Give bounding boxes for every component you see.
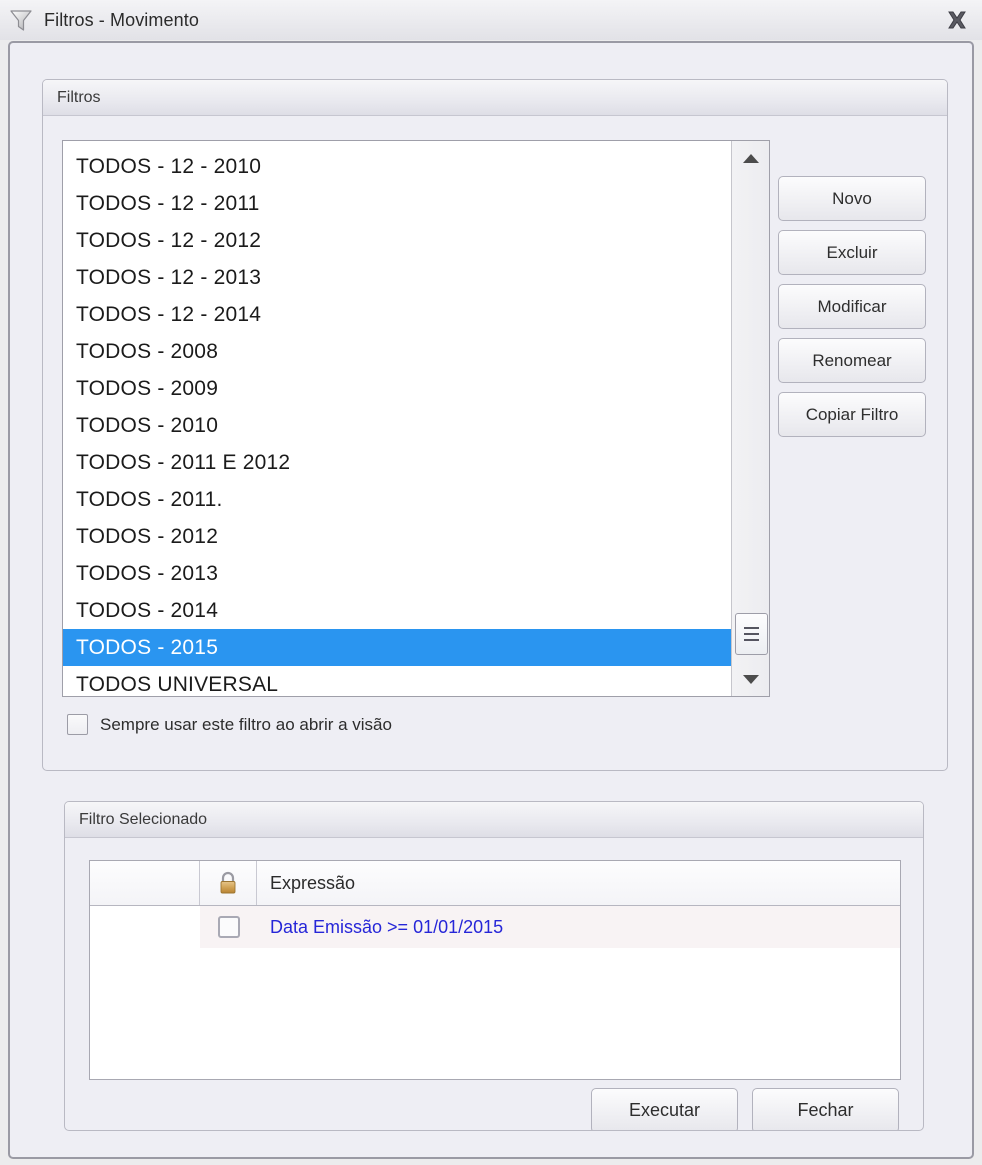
expression-text: Data Emissão >= 01/01/2015 [270, 916, 504, 937]
list-item[interactable]: TODOS - 2014 [63, 592, 731, 629]
expression-table: Expressão Data Emissão >= 01/01/2015 [89, 860, 901, 1080]
list-item[interactable]: TODOS - 2008 [63, 333, 731, 370]
close-icon[interactable] [942, 7, 972, 33]
list-item[interactable]: TODOS UNIVERSAL [63, 666, 731, 696]
lock-icon [200, 861, 257, 905]
filters-listbox[interactable]: TODOS - 12 - 2010 TODOS - 12 - 2011 TODO… [62, 140, 770, 697]
list-item[interactable]: TODOS - 2010 [63, 407, 731, 444]
list-item[interactable]: TODOS - 12 - 2010 [63, 148, 731, 185]
always-use-filter-checkbox[interactable] [67, 714, 88, 735]
window-titlebar: Filtros - Movimento [0, 0, 982, 40]
modificar-button[interactable]: Modificar [778, 284, 926, 329]
copiar-filtro-button[interactable]: Copiar Filtro [778, 392, 926, 437]
filters-list-items: TODOS - 12 - 2010 TODOS - 12 - 2011 TODO… [63, 141, 731, 696]
filters-group-header: Filtros [43, 80, 947, 116]
excluir-button[interactable]: Excluir [778, 230, 926, 275]
list-item[interactable]: TODOS - 2009 [63, 370, 731, 407]
row-select-cell [90, 906, 200, 948]
expression-table-header: Expressão [90, 861, 900, 906]
list-item[interactable]: TODOS - 2013 [63, 555, 731, 592]
selected-filter-group-title: Filtro Selecionado [79, 810, 208, 828]
list-item[interactable]: TODOS - 2012 [63, 518, 731, 555]
dialog-action-buttons: Executar Fechar [591, 1088, 899, 1130]
filters-dialog-window: Filtros - Movimento Filtros TODOS - 12 -… [0, 0, 982, 1165]
executar-button[interactable]: Executar [591, 1088, 738, 1130]
filters-group-title: Filtros [57, 88, 101, 106]
filter-action-buttons: Novo Excluir Modificar Renomear Copiar F… [778, 176, 926, 446]
list-item[interactable]: TODOS - 12 - 2013 [63, 259, 731, 296]
expression-column-label: Expressão [270, 872, 356, 893]
filters-groupbox: Filtros TODOS - 12 - 2010 TODOS - 12 - 2… [42, 79, 948, 771]
renomear-button[interactable]: Renomear [778, 338, 926, 383]
filters-list-scrollbar[interactable] [731, 141, 769, 696]
dialog-content-frame: Filtros TODOS - 12 - 2010 TODOS - 12 - 2… [8, 41, 974, 1159]
row-lock-cell[interactable] [200, 906, 257, 948]
list-item-selected[interactable]: TODOS - 2015 [63, 629, 731, 666]
selected-filter-groupbox: Filtro Selecionado Expressão Data Emissã… [64, 801, 924, 1131]
list-item[interactable]: TODOS - 2011 E 2012 [63, 444, 731, 481]
selected-filter-group-header: Filtro Selecionado [65, 802, 923, 838]
column-header-expression: Expressão [257, 861, 900, 905]
row-checkbox[interactable] [217, 916, 240, 938]
always-use-filter-row[interactable]: Sempre usar este filtro ao abrir a visão [67, 714, 392, 735]
row-expression-cell[interactable]: Data Emissão >= 01/01/2015 [257, 906, 900, 948]
window-title: Filtros - Movimento [44, 9, 199, 30]
column-header-select [90, 861, 200, 905]
scroll-down-arrow-icon[interactable] [732, 662, 769, 696]
funnel-icon [8, 7, 34, 33]
list-item[interactable]: TODOS - 12 - 2014 [63, 296, 731, 333]
always-use-filter-label: Sempre usar este filtro ao abrir a visão [100, 714, 392, 734]
scroll-up-arrow-icon[interactable] [732, 141, 769, 175]
list-item[interactable]: TODOS - 12 - 2012 [63, 222, 731, 259]
novo-button[interactable]: Novo [778, 176, 926, 221]
table-row[interactable]: Data Emissão >= 01/01/2015 [90, 906, 900, 948]
list-item[interactable]: TODOS - 12 - 2011 [63, 185, 731, 222]
fechar-button[interactable]: Fechar [752, 1088, 899, 1130]
list-item[interactable]: TODOS - 2011. [63, 481, 731, 518]
scrollbar-thumb-grip-icon[interactable] [735, 613, 768, 655]
